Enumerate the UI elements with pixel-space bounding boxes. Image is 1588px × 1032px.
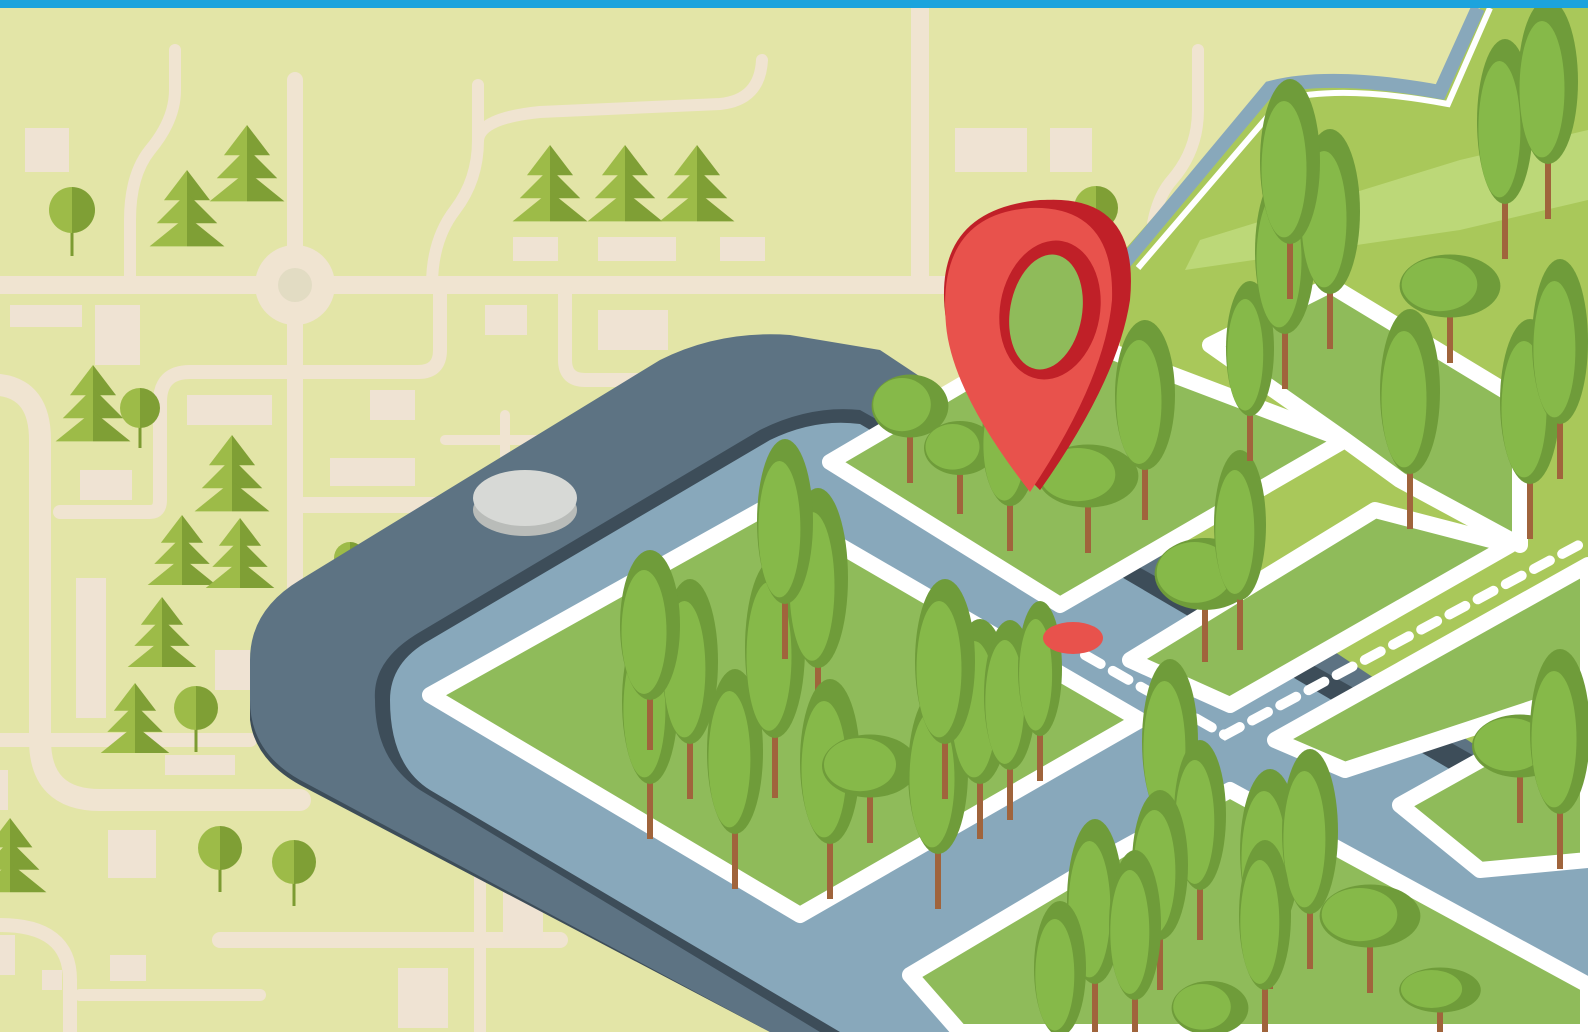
building-block [108, 830, 156, 878]
roundabout [255, 245, 335, 325]
building-block [398, 968, 448, 1028]
building-block [42, 970, 62, 990]
building-block [720, 237, 765, 261]
building-block [187, 395, 272, 425]
illustration-canvas [0, 0, 1588, 1032]
building-block [485, 305, 527, 335]
building-block [513, 237, 558, 261]
building-block [10, 305, 82, 327]
building-block [215, 650, 250, 690]
building-block [0, 935, 15, 975]
building-block [25, 128, 69, 172]
building-block [0, 770, 8, 810]
map-illustration [0, 0, 1588, 1032]
building-block [1050, 128, 1092, 172]
building-block [76, 578, 106, 718]
building-block [110, 955, 146, 981]
building-block [598, 310, 668, 350]
location-dot-icon [1043, 622, 1103, 654]
building-block [165, 755, 235, 775]
building-block [95, 305, 140, 365]
building-block [370, 390, 415, 420]
building-block [598, 237, 676, 261]
home-button-icon [473, 470, 577, 536]
top-accent-bar [0, 0, 1588, 8]
building-block [80, 470, 132, 500]
building-block [955, 128, 1027, 172]
building-block [330, 458, 415, 486]
street-tree-icon [1034, 901, 1086, 1032]
